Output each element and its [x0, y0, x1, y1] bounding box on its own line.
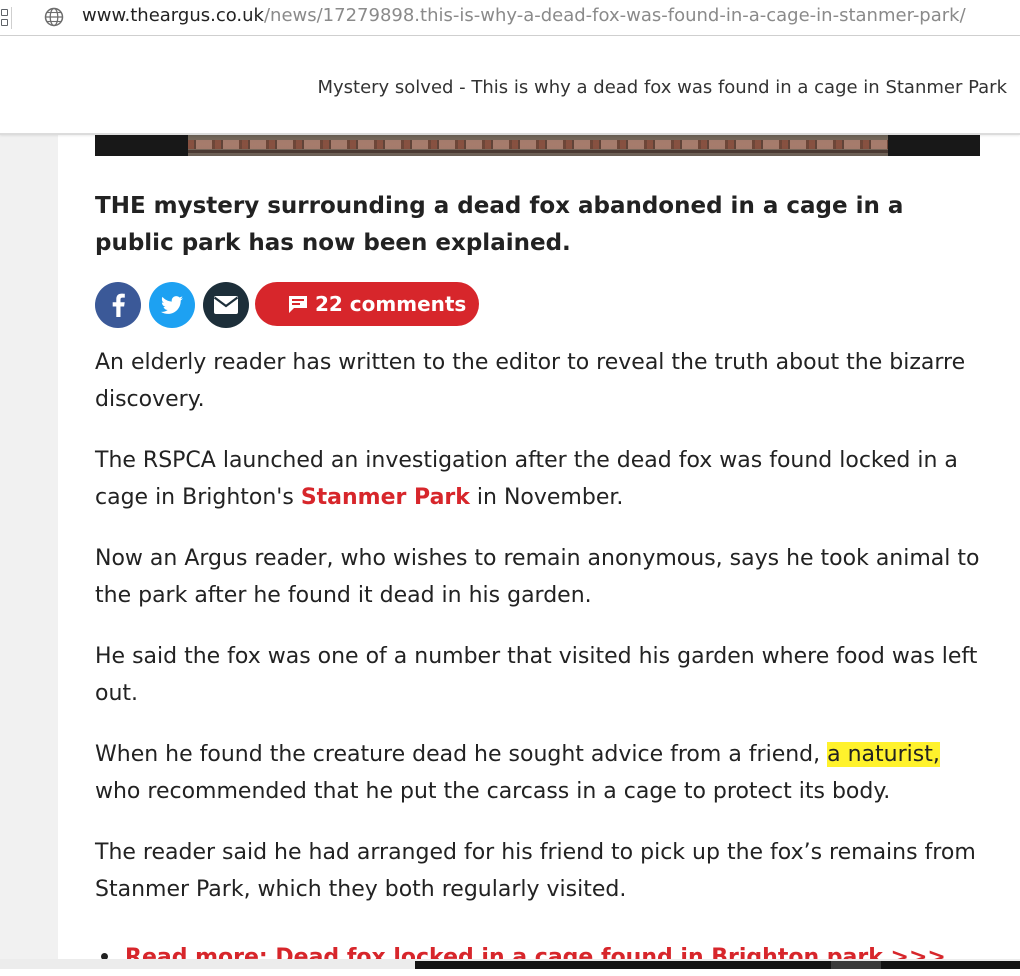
hero-image	[95, 135, 980, 156]
paragraph-1: An elderly reader has written to the edi…	[95, 350, 966, 412]
stanmer-park-link[interactable]: Stanmer Park	[301, 485, 470, 510]
sticky-header: Mystery solved - This is why a dead fox …	[0, 36, 1020, 135]
paragraph-6: The reader said he had arranged for his …	[95, 840, 976, 902]
comments-count: 22 comments	[315, 292, 467, 316]
article-body: THE mystery surrounding a dead fox aband…	[95, 135, 985, 976]
twitter-icon	[161, 296, 183, 314]
share-bar: 22 comments	[95, 282, 985, 328]
facebook-icon	[112, 293, 125, 317]
read-more-link[interactable]: Read more: Dead fox locked in a cage fou…	[125, 939, 946, 976]
address-bar[interactable]: www.theargus.co.uk/news/17279898.this-is…	[0, 0, 1020, 36]
email-share-button[interactable]	[203, 282, 249, 328]
email-icon	[213, 296, 239, 314]
url-path: /news/17279898.this-is-why-a-dead-fox-wa…	[263, 5, 966, 26]
paragraph-4: He said the fox was one of a number that…	[95, 644, 978, 706]
paragraph-3: Now an Argus reader, who wishes to remai…	[95, 546, 980, 608]
paragraph-5: When he found the creature dead he sough…	[95, 742, 940, 804]
read-more-item: Read more: Dead fox locked in a cage fou…	[95, 939, 985, 976]
twitter-share-button[interactable]	[149, 282, 195, 328]
globe-icon	[44, 7, 64, 27]
url-host: www.theargus.co.uk	[82, 5, 264, 26]
comment-bubble-icon	[289, 296, 307, 313]
highlighted-text: a naturist,	[827, 742, 940, 767]
article-lead: THE mystery surrounding a dead fox aband…	[95, 193, 904, 256]
url-text[interactable]: www.theargus.co.uk/news/17279898.this-is…	[82, 5, 966, 27]
bottom-video-bar	[415, 961, 1020, 969]
left-gutter	[0, 135, 58, 969]
apps-icon[interactable]	[0, 7, 12, 29]
facebook-share-button[interactable]	[95, 282, 141, 328]
comments-button[interactable]: 22 comments	[255, 282, 479, 326]
paragraph-2: The RSPCA launched an investigation afte…	[95, 448, 958, 510]
page-title: Mystery solved - This is why a dead fox …	[317, 77, 1007, 98]
